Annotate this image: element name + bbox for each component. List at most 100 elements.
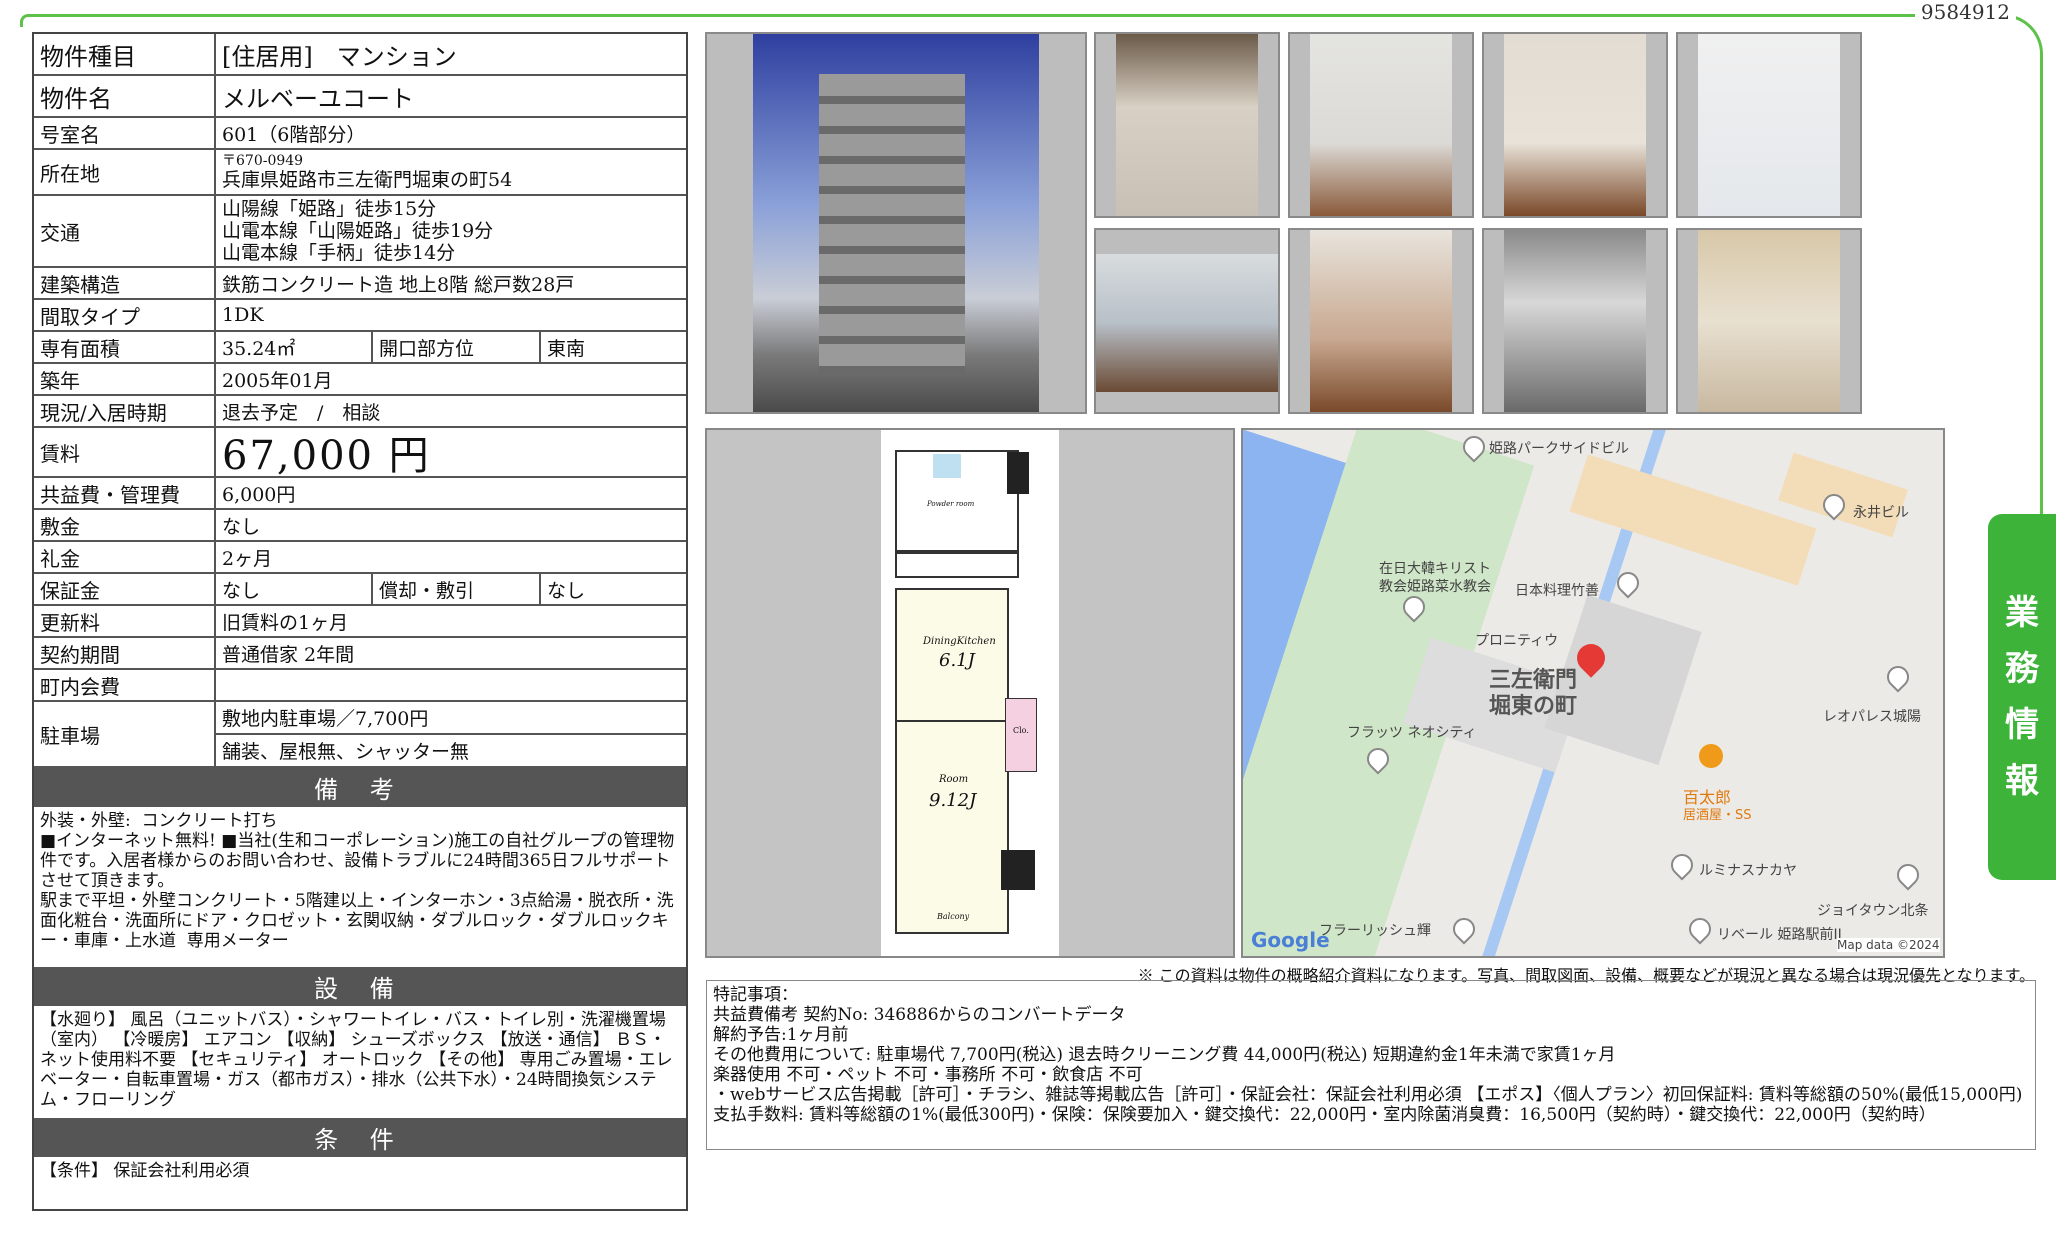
conditions-heading: 条 件 xyxy=(34,1118,686,1157)
label: 現況/入居時期 xyxy=(34,396,216,426)
dining-kitchen-size: 6.1J xyxy=(939,650,975,671)
map-label: プロニティウ xyxy=(1475,633,1559,649)
floor-plan: DiningKitchen 6.1J Room 9.12J Balcony Po… xyxy=(705,428,1235,958)
property-name: メルベーユコート xyxy=(222,84,414,113)
map-label: リベール 姫路駅前II xyxy=(1717,927,1842,943)
parking-detail: 舗装、屋根無、シャッター無 xyxy=(222,741,470,763)
label: 礼金 xyxy=(34,542,216,572)
map-label: フラッツ ネオシティ xyxy=(1347,725,1477,741)
label: 専有面積 xyxy=(34,332,216,362)
map-pin[interactable] xyxy=(1666,849,1698,881)
room-photo xyxy=(1482,32,1668,218)
label: 駐車場 xyxy=(34,702,216,766)
business-info-tab[interactable]: 業 務 情 報 xyxy=(1988,514,2056,880)
label: 町内会費 xyxy=(34,670,216,700)
label: 契約期間 xyxy=(34,638,216,668)
address-line: 兵庫県姫路市三左衛門堀東の町54 xyxy=(222,169,513,191)
label: 保証金 xyxy=(34,574,216,604)
google-logo: Google xyxy=(1251,928,1330,952)
access-item: 山電本線「手柄」徒歩14分 xyxy=(222,242,456,264)
property-type: [住居用] マンション xyxy=(222,42,457,71)
special-line: 解約予告:1ヶ月前 xyxy=(713,1025,849,1045)
label: 号室名 xyxy=(34,118,216,148)
special-line: 特記事項： xyxy=(713,985,798,1005)
map-label: 教会姫路菜水教会 xyxy=(1379,579,1491,595)
bathroom-photo xyxy=(1676,32,1862,218)
label: 共益費・管理費 xyxy=(34,478,216,508)
equipment-body: 【水廻り】 風呂（ユニットバス）・シャワートイレ・バス・トイレ別・洗濯機置場（室… xyxy=(40,1010,673,1110)
special-line: 共益費備考 契約No: 346886からのコンバートデータ xyxy=(713,1005,1126,1025)
map-attribution: Map data ©2024 xyxy=(1837,938,1940,952)
special-notes: 特記事項： 共益費備考 契約No: 346886からのコンバートデータ 解約予告… xyxy=(706,980,2036,1150)
balcony-label: Balcony xyxy=(937,912,970,921)
address: 〒670-0949 兵庫県姫路市三左衛門堀東の町54 xyxy=(216,150,686,194)
label: 物件名 xyxy=(34,76,216,116)
guarantee: なし xyxy=(216,574,373,604)
frame-border xyxy=(20,14,1903,27)
key-money: 2ヶ月 xyxy=(222,547,273,570)
special-line: ・webサービス広告掲載［許可］・チラシ、雑誌等掲載広告［許可］・保証会社：保証… xyxy=(713,1085,2023,1125)
map-label: レオパレス城陽 xyxy=(1823,709,1921,725)
map-pin[interactable] xyxy=(1684,913,1716,945)
structure: 鉄筋コンクリート造 地上8階 総戸数28戸 xyxy=(222,273,575,296)
town-fee xyxy=(216,670,686,700)
direction: 東南 xyxy=(547,337,586,360)
special-line: 楽器使用 不可・ペット 不可・事務所 不可・飲食店 不可 xyxy=(713,1065,1143,1085)
layout-type: 1DK xyxy=(222,304,264,326)
built-year: 2005年01月 xyxy=(222,369,333,392)
rent: 67,000 円 xyxy=(222,433,431,479)
label: 交通 xyxy=(34,196,216,266)
label: 開口部方位 xyxy=(373,332,541,362)
side-tab-char: 情 xyxy=(2005,705,2039,745)
label: 建築構造 xyxy=(34,268,216,298)
deposit: なし xyxy=(222,515,261,538)
room-label: Room xyxy=(939,774,969,785)
label: 敷金 xyxy=(34,510,216,540)
side-tab-char: 務 xyxy=(2005,649,2039,689)
dining-kitchen-label: DiningKitchen xyxy=(923,636,996,647)
map-label: フラーリッシュ輝 xyxy=(1319,923,1431,939)
map-label: 日本料理竹善 xyxy=(1515,583,1599,599)
parking-fee: 敷地内駐車場／7,700円 xyxy=(216,702,686,735)
conditions-body: 【条件】 保証会社利用必須 xyxy=(40,1161,250,1181)
parking: 敷地内駐車場／7,700円 舗装、屋根無、シャッター無 xyxy=(216,702,686,766)
restaurant-pin-icon[interactable] xyxy=(1699,744,1723,768)
map-label: 在日大韓キリスト xyxy=(1379,561,1491,577)
map-pin[interactable] xyxy=(1882,661,1914,693)
map-pin[interactable] xyxy=(1892,859,1924,891)
remarks-body: 外装・外壁: コンクリート打ち ■インターネット無料! ■当社(生和コーポレーシ… xyxy=(40,811,675,951)
map-label: ルミナスナカヤ xyxy=(1699,863,1797,879)
closet-label: Clo. xyxy=(1013,726,1029,735)
map-label: 姫路パークサイドビル xyxy=(1489,441,1629,457)
room-size: 9.12J xyxy=(929,790,977,811)
label: 築年 xyxy=(34,364,216,394)
remarks-heading: 備 考 xyxy=(34,768,686,807)
renewal-fee: 旧賃料の1ヶ月 xyxy=(222,611,349,634)
toilet-photo xyxy=(1676,228,1862,414)
side-tab-char: 報 xyxy=(2005,761,2039,801)
building-exterior-photo xyxy=(705,32,1087,414)
access-item: 山電本線「山陽姫路」徒歩19分 xyxy=(222,220,494,242)
living-photo xyxy=(1094,228,1280,414)
amortization: なし xyxy=(547,579,586,602)
side-tab-char: 業 xyxy=(2005,593,2039,633)
label: 賃料 xyxy=(34,428,216,476)
map-pin[interactable] xyxy=(1448,913,1480,945)
map-label: 居酒屋・SS xyxy=(1683,808,1752,823)
document-id: 9584912 xyxy=(1914,0,2016,24)
target-area-label: 堀東の町 xyxy=(1489,694,1578,719)
location-map[interactable]: 姫路パークサイドビル 永井ビル 在日大韓キリスト 教会姫路菜水教会 日本料理竹善… xyxy=(1241,428,1945,958)
label: 償却・敷引 xyxy=(373,574,541,604)
label: 物件種目 xyxy=(34,34,216,74)
equipment-heading: 設 備 xyxy=(34,967,686,1006)
access-list: 山陽線「姫路」徒歩15分 山電本線「山陽姫路」徒歩19分 山電本線「手柄」徒歩1… xyxy=(216,196,686,266)
kitchen-photo xyxy=(1288,32,1474,218)
special-line: その他費用について: 駐車場代 7,700円(税込) 退去時クリーニング費 44… xyxy=(713,1045,1616,1065)
label: 所在地 xyxy=(34,150,216,194)
label: 更新料 xyxy=(34,606,216,636)
management-fee: 6,000円 xyxy=(222,483,296,506)
floor-area: 35.24㎡ xyxy=(216,332,373,362)
hallway-photo xyxy=(1288,228,1474,414)
contract-period: 普通借家 2年間 xyxy=(222,643,355,666)
map-label: 永井ビル xyxy=(1853,505,1909,521)
